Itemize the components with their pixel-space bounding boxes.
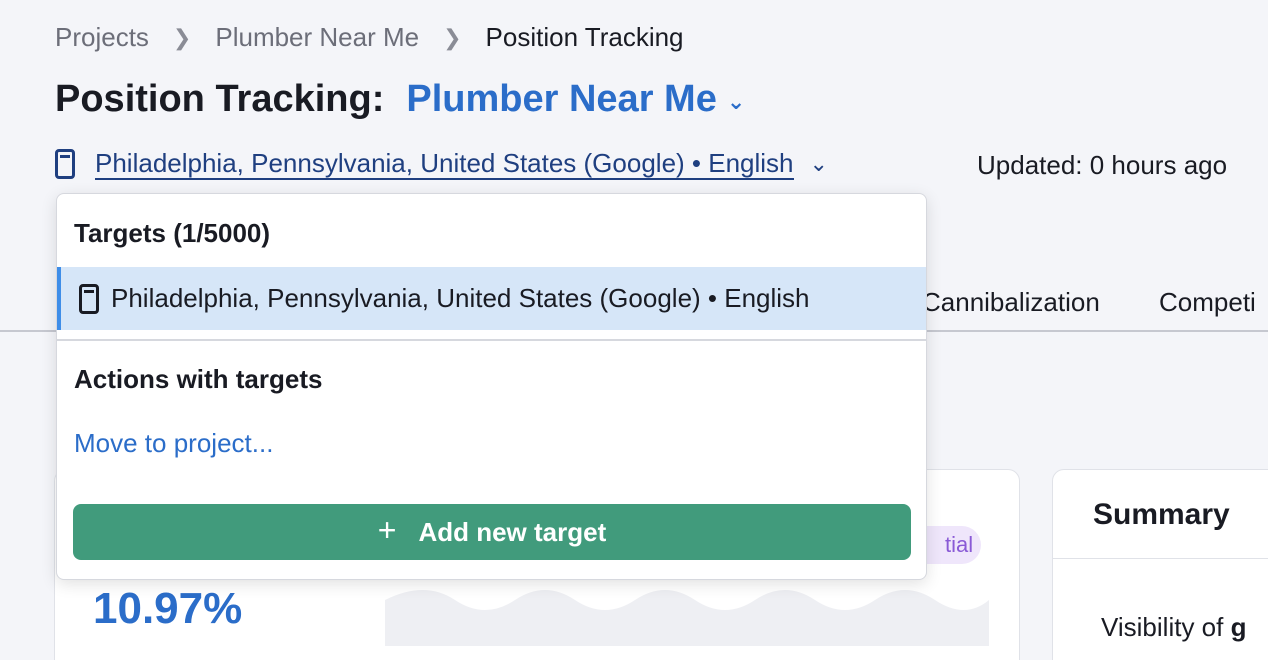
breadcrumb-projects[interactable]: Projects	[55, 22, 149, 53]
updated-status: Updated: 0 hours ago	[977, 150, 1228, 180]
chevron-down-icon[interactable]: ⌄	[727, 89, 745, 115]
actions-heading: Actions with targets	[74, 364, 323, 394]
chevron-right-icon: ❯	[443, 24, 462, 50]
targets-dropdown: Targets (1/5000) Philadelphia, Pennsylva…	[56, 193, 927, 580]
project-selector[interactable]: Plumber Near Me	[406, 78, 716, 121]
add-new-target-button[interactable]: + Add new target	[73, 504, 911, 560]
target-selector-label[interactable]: Philadelphia, Pennsylvania, United State…	[95, 148, 794, 180]
chevron-right-icon: ❯	[172, 24, 192, 50]
summary-title: Summary	[1093, 498, 1230, 531]
page-title-label: Position Tracking:	[55, 78, 385, 120]
mobile-phone-icon	[79, 283, 99, 314]
target-selector[interactable]: Philadelphia, Pennsylvania, United State…	[55, 148, 828, 180]
summary-text: Visibility of g	[1101, 612, 1247, 642]
summary-card: Summary Visibility of g	[1052, 469, 1268, 660]
divider	[57, 339, 926, 341]
dropdown-target-item[interactable]: Philadelphia, Pennsylvania, United State…	[57, 267, 926, 330]
breadcrumb-project[interactable]: Plumber Near Me	[215, 22, 419, 53]
dropdown-target-label: Philadelphia, Pennsylvania, United State…	[111, 283, 810, 313]
plus-icon: +	[377, 511, 397, 548]
divider	[1053, 558, 1268, 559]
tab-competitors[interactable]: Competi	[1159, 287, 1256, 318]
targets-heading: Targets (1/5000)	[74, 218, 271, 248]
chart-placeholder	[385, 590, 989, 646]
breadcrumb-current: Position Tracking	[485, 22, 684, 52]
page-title: Position Tracking: Plumber Near Me ⌄	[55, 78, 745, 121]
chevron-down-icon[interactable]: ⌄	[810, 151, 828, 177]
add-new-target-label: Add new target	[418, 516, 607, 547]
breadcrumb: Projects ❯ Plumber Near Me ❯ Position Tr…	[55, 22, 684, 53]
tab-cannibalization[interactable]: Cannibalization	[922, 287, 1100, 318]
visibility-value: 10.97%	[93, 584, 243, 633]
mobile-phone-icon	[55, 149, 75, 179]
move-to-project-link[interactable]: Move to project...	[74, 428, 273, 459]
